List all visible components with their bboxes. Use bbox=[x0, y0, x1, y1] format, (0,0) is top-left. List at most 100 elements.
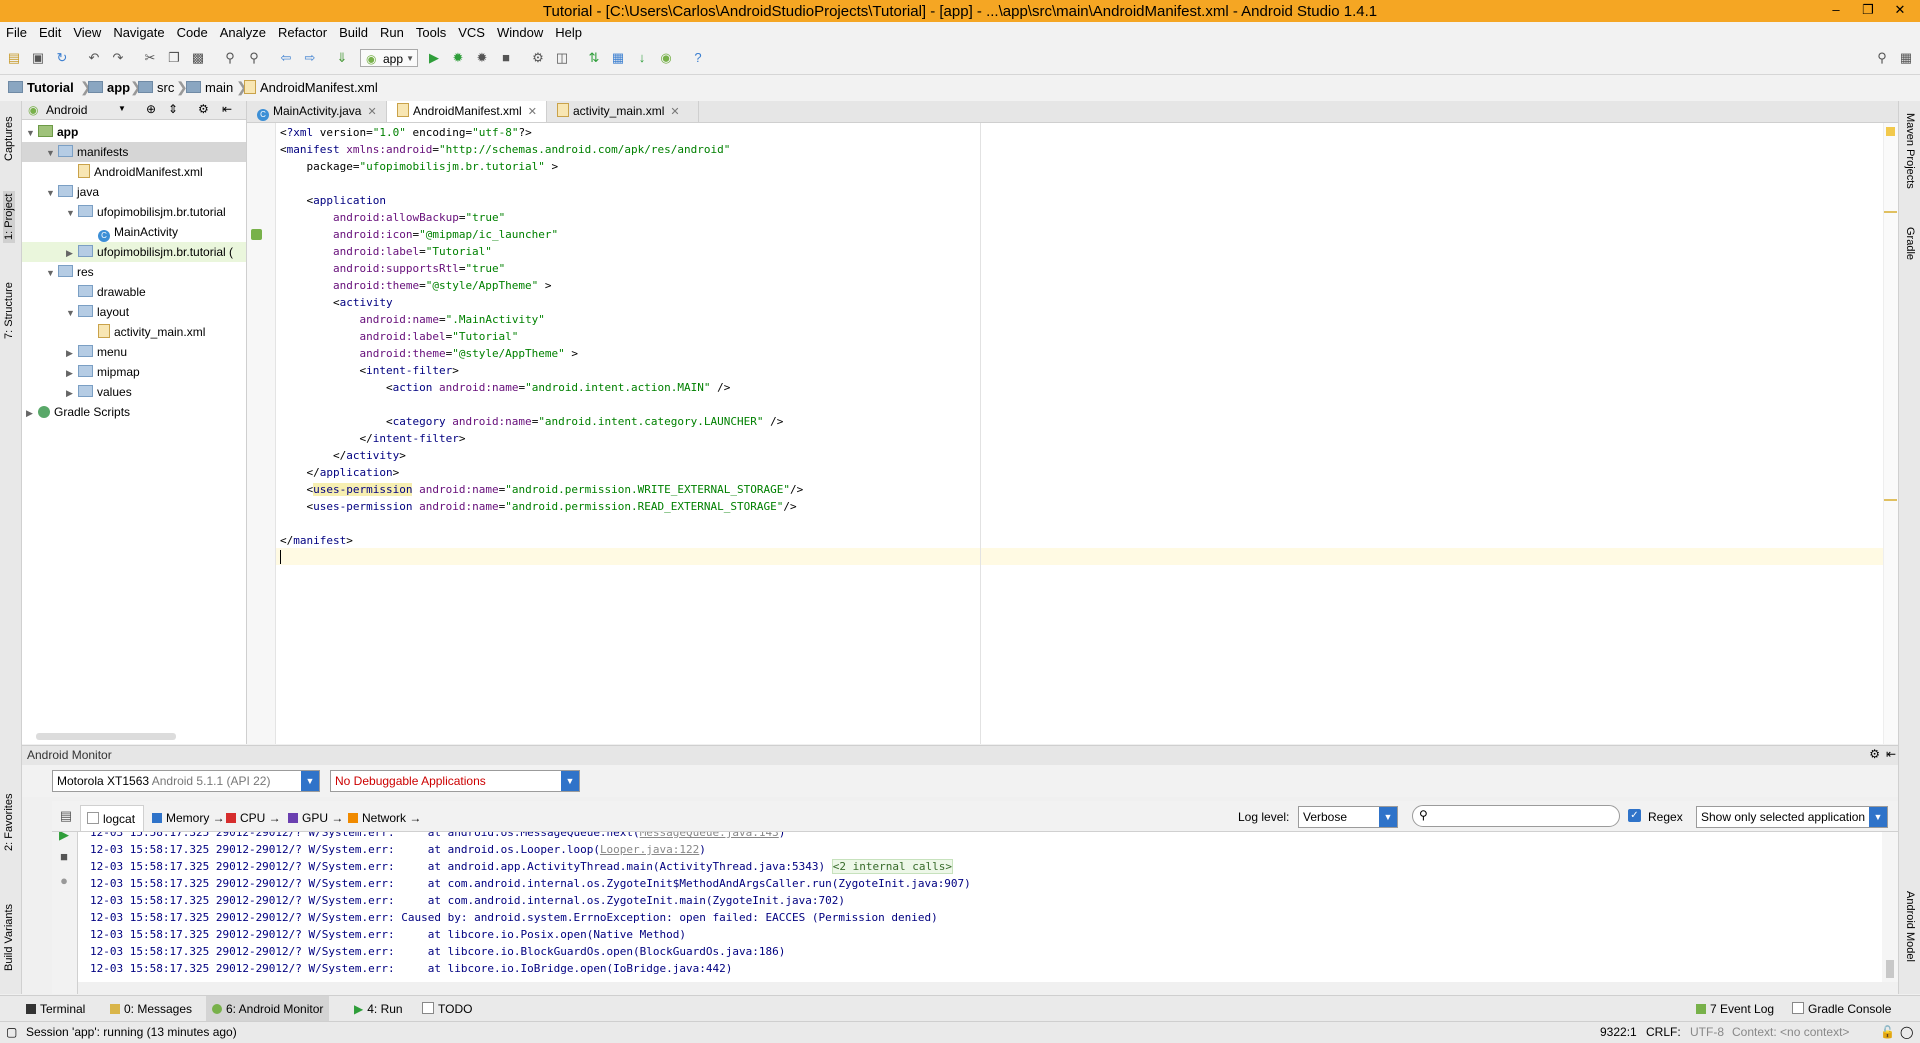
make-project-icon[interactable]: ⇓ bbox=[334, 50, 350, 66]
line-separator[interactable]: CRLF: bbox=[1646, 1022, 1681, 1043]
menu-view[interactable]: View bbox=[67, 22, 107, 44]
search-everywhere-icon[interactable]: ⚲ bbox=[1874, 50, 1890, 66]
debug-icon[interactable]: ✹ bbox=[450, 50, 466, 66]
expand-closed-icon[interactable]: ▶ bbox=[26, 403, 38, 423]
breadcrumb-item-src[interactable]: src bbox=[138, 80, 174, 95]
file-encoding[interactable]: UTF-8 bbox=[1690, 1022, 1724, 1043]
collapse-icon[interactable]: ⇕ bbox=[168, 102, 178, 116]
sync-icon[interactable]: ⊕ bbox=[146, 102, 156, 116]
menu-analyze[interactable]: Analyze bbox=[214, 22, 272, 44]
run-tool-button[interactable]: ▶ 4: Run bbox=[348, 996, 409, 1022]
tab-gpu[interactable]: GPU → bbox=[282, 805, 343, 831]
expand-open-icon[interactable]: ▼ bbox=[46, 263, 58, 283]
tab-memory[interactable]: Memory → bbox=[146, 805, 225, 831]
forward-icon[interactable]: ⇨ bbox=[302, 50, 318, 66]
run-config-select[interactable]: ◉ app ▼ bbox=[360, 49, 418, 67]
tab-logcat[interactable]: logcat bbox=[80, 805, 144, 831]
gradle-sync-icon[interactable]: ⇅ bbox=[586, 50, 602, 66]
tree-item[interactable]: AndroidManifest.xml bbox=[22, 162, 246, 182]
menu-window[interactable]: Window bbox=[491, 22, 549, 44]
menu-refactor[interactable]: Refactor bbox=[272, 22, 333, 44]
log-source-link[interactable]: Looper.java:122 bbox=[600, 843, 699, 856]
horizontal-scrollbar[interactable] bbox=[36, 733, 176, 740]
tab-androidmanifest[interactable]: AndroidManifest.xml ✕ bbox=[387, 101, 547, 122]
tree-item[interactable]: ▼ app bbox=[22, 122, 246, 142]
menu-edit[interactable]: Edit bbox=[33, 22, 67, 44]
inspection-icon[interactable]: ◯ bbox=[1900, 1022, 1913, 1043]
todo-tool-button[interactable]: TODO bbox=[416, 996, 478, 1022]
tree-item[interactable]: ▶ ufopimobilisjm.br.tutorial ( bbox=[22, 242, 246, 262]
tree-item[interactable]: ▼ res bbox=[22, 262, 246, 282]
maven-projects-tool-tab[interactable]: Maven Projects bbox=[1904, 113, 1916, 189]
save-icon[interactable]: ▣ bbox=[30, 50, 46, 66]
project-view-select[interactable]: Android bbox=[46, 103, 87, 117]
gear-icon[interactable]: ⚙ bbox=[198, 102, 209, 116]
status-toggle-icon[interactable]: ▢ bbox=[6, 1022, 17, 1043]
structure-tool-tab[interactable]: 7: Structure bbox=[3, 282, 15, 339]
screen-record-icon[interactable]: ■ bbox=[56, 849, 72, 865]
terminal-tool-button[interactable]: Terminal bbox=[20, 996, 91, 1022]
replace-icon[interactable]: ⚲ bbox=[246, 50, 262, 66]
expand-closed-icon[interactable]: ▶ bbox=[66, 363, 78, 383]
gradle-tool-tab[interactable]: Gradle bbox=[1904, 227, 1916, 260]
tree-item[interactable]: activity_main.xml bbox=[22, 322, 246, 342]
tree-item[interactable]: drawable bbox=[22, 282, 246, 302]
menu-help[interactable]: Help bbox=[549, 22, 588, 44]
cut-icon[interactable]: ✂ bbox=[142, 50, 158, 66]
internal-calls-badge[interactable]: <2 internal calls> bbox=[831, 859, 953, 874]
log-level-select[interactable]: Verbose ▼ bbox=[1298, 806, 1398, 828]
lock-icon[interactable]: 🔓 bbox=[1880, 1022, 1895, 1043]
undo-icon[interactable]: ↶ bbox=[86, 50, 102, 66]
minimize-button[interactable]: – bbox=[1820, 0, 1852, 22]
expand-open-icon[interactable]: ▼ bbox=[46, 143, 58, 163]
android-device-monitor-icon[interactable]: ◉ bbox=[658, 50, 674, 66]
sdk-manager-icon[interactable]: ↓ bbox=[634, 50, 650, 66]
expand-open-icon[interactable]: ▼ bbox=[66, 203, 78, 223]
breadcrumb-item-project[interactable]: Tutorial bbox=[8, 80, 74, 95]
event-log-tool-button[interactable]: 7 Event Log bbox=[1690, 996, 1780, 1022]
expand-closed-icon[interactable]: ▶ bbox=[66, 383, 78, 403]
copy-icon[interactable]: ❐ bbox=[166, 50, 182, 66]
expand-open-icon[interactable]: ▼ bbox=[26, 123, 38, 143]
caret-position[interactable]: 9322:1 bbox=[1600, 1022, 1637, 1043]
layout-icon[interactable]: ◫ bbox=[554, 50, 570, 66]
log-search-input[interactable]: ⚲ bbox=[1412, 805, 1620, 827]
log-scroll-thumb[interactable] bbox=[1886, 960, 1894, 978]
find-icon[interactable]: ⚲ bbox=[222, 50, 238, 66]
menu-navigate[interactable]: Navigate bbox=[107, 22, 170, 44]
menu-run[interactable]: Run bbox=[374, 22, 410, 44]
android-monitor-tool-button[interactable]: 6: Android Monitor bbox=[206, 996, 330, 1022]
messages-tool-button[interactable]: 0: Messages bbox=[104, 996, 198, 1022]
expand-closed-icon[interactable]: ▶ bbox=[66, 243, 78, 263]
attach-debugger-icon[interactable]: ✹ bbox=[474, 50, 490, 66]
sync-icon[interactable]: ↻ bbox=[54, 50, 70, 66]
menu-tools[interactable]: Tools bbox=[410, 22, 452, 44]
android-model-tool-tab[interactable]: Android Model bbox=[1904, 891, 1916, 962]
close-icon[interactable]: ✕ bbox=[367, 106, 376, 118]
regex-checkbox[interactable]: ✓ bbox=[1628, 809, 1641, 822]
close-icon[interactable]: ✕ bbox=[670, 106, 679, 118]
chevron-down-icon[interactable]: ▼ bbox=[118, 104, 126, 113]
log-filter-select[interactable]: Show only selected application ▼ bbox=[1696, 806, 1888, 828]
log-source-link[interactable]: MessageQueue.java:143 bbox=[640, 832, 779, 839]
breadcrumb-item-module[interactable]: app bbox=[88, 80, 130, 95]
log-scrollbar[interactable] bbox=[1882, 832, 1898, 982]
captures-tool-tab[interactable]: Captures bbox=[3, 116, 15, 161]
android-icon[interactable] bbox=[251, 229, 262, 240]
paste-icon[interactable]: ▩ bbox=[190, 50, 206, 66]
restore-button[interactable]: ❐ bbox=[1852, 0, 1884, 22]
stop-icon[interactable]: ■ bbox=[498, 50, 514, 66]
app-select[interactable]: No Debuggable Applications ▼ bbox=[330, 770, 580, 792]
project-structure-icon[interactable]: ⚙ bbox=[530, 50, 546, 66]
tree-item[interactable]: ▶ menu bbox=[22, 342, 246, 362]
breadcrumb-item-file[interactable]: AndroidManifest.xml bbox=[244, 80, 378, 95]
tree-item[interactable]: C MainActivity bbox=[22, 222, 246, 242]
close-icon[interactable]: ✕ bbox=[528, 106, 537, 118]
code-editor[interactable]: <?xml version="1.0" encoding="utf-8"?> <m… bbox=[276, 123, 1898, 744]
logcat-output[interactable]: 12-03 15:58:17.325 29012-29012/? W/Syste… bbox=[78, 832, 1882, 982]
menu-code[interactable]: Code bbox=[171, 22, 214, 44]
project-tool-tab[interactable]: 1: Project bbox=[3, 190, 15, 243]
breadcrumb-item-main[interactable]: main bbox=[186, 80, 233, 95]
tree-item[interactable]: ▼ java bbox=[22, 182, 246, 202]
stop-icon[interactable]: ● bbox=[56, 873, 72, 889]
